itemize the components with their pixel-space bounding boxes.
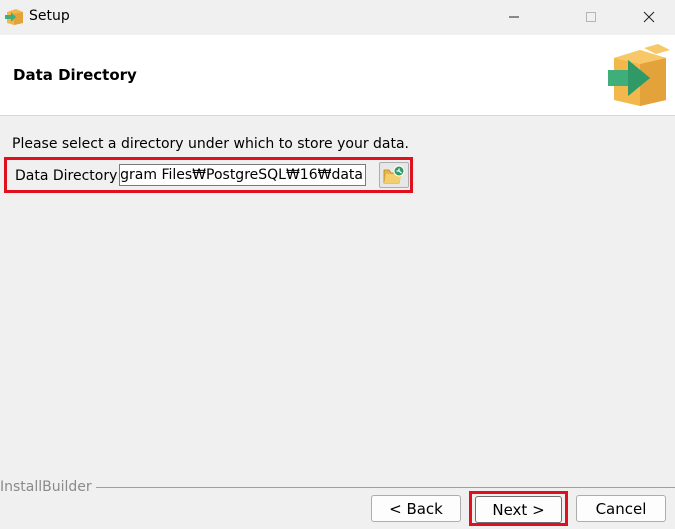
app-icon: [5, 9, 23, 25]
data-directory-value: gram Files₩PostgreSQL₩16₩data: [120, 167, 363, 183]
data-directory-input[interactable]: gram Files₩PostgreSQL₩16₩data: [119, 164, 366, 186]
maximize-button[interactable]: [568, 0, 614, 34]
title-bar: Setup: [0, 0, 675, 34]
close-button[interactable]: [626, 0, 672, 34]
maximize-icon: [586, 12, 596, 22]
next-button-highlight: Next >: [469, 491, 568, 526]
close-icon: [643, 11, 655, 23]
instruction-text: Please select a directory under which to…: [12, 136, 410, 152]
data-directory-row: Data Directory gram Files₩PostgreSQL₩16₩…: [4, 157, 413, 193]
page-title: Data Directory: [13, 66, 137, 84]
brand-label: InstallBuilder: [0, 479, 96, 495]
minimize-icon: [509, 16, 519, 18]
next-button[interactable]: Next >: [475, 496, 562, 523]
install-box-arrow-icon: [608, 44, 670, 106]
window-title: Setup: [29, 8, 70, 24]
browse-button[interactable]: [379, 162, 409, 188]
back-button[interactable]: < Back: [371, 495, 461, 522]
minimize-button[interactable]: [491, 0, 537, 34]
folder-browse-icon: [383, 165, 405, 184]
data-directory-label: Data Directory: [15, 168, 118, 184]
cancel-button[interactable]: Cancel: [576, 495, 666, 522]
footer-divider: [0, 487, 675, 488]
wizard-header: Data Directory: [0, 35, 675, 116]
